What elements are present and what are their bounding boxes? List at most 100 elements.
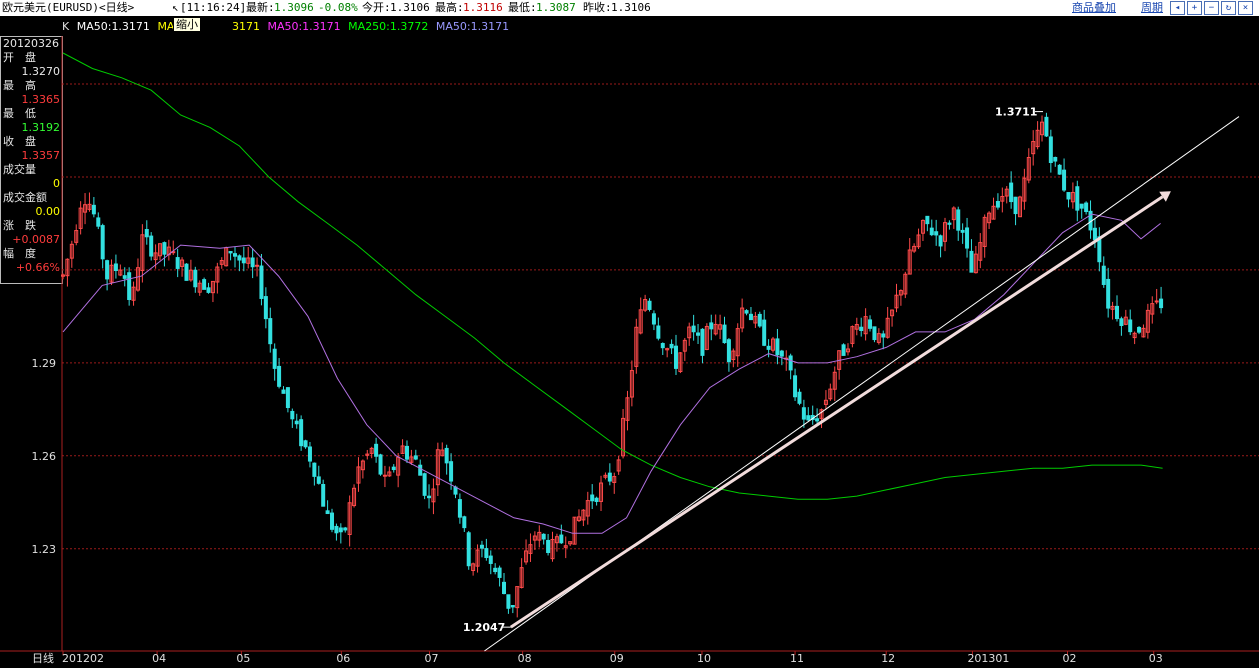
candle-body [122,275,127,279]
price-chart[interactable]: 1.231.261.29 201202 04 05 06 07 08 09 10 11 12 201… [0,0,1259,668]
candle-body [330,512,335,530]
candle-body [1137,326,1142,333]
info-label: 最 高 [3,79,36,92]
candle-body [916,234,921,248]
candle-body [510,605,515,608]
candle-body [995,200,1000,208]
candle-body [554,536,559,544]
price-annotations: 1.3711 1.2047 [463,106,1043,634]
y-tick-labels: 1.23 1.26 1.29 [32,357,57,556]
candle-body [519,567,524,588]
zoom-in-icon[interactable]: + [1187,1,1202,15]
price-annotation: 1.3711 [995,106,1037,119]
candle-body [171,251,176,254]
candle-body [493,567,498,573]
candle-body [215,266,220,283]
candle-body [1159,298,1164,309]
candle-body [294,420,299,425]
candle-body [166,246,171,256]
candle-body [1154,300,1159,303]
candle-body [669,343,674,349]
candle-body [775,338,780,356]
candle-body [722,324,727,344]
candle-body [210,280,215,294]
candle-body [400,445,405,454]
price-annotation: 1.2047 [463,621,505,634]
candle-body [731,350,736,361]
window-controls: ◂ + − ↻ × [1170,1,1253,15]
info-value: +0.0087 [12,233,60,246]
info-value: 1.3270 [21,65,61,78]
candle-body [444,447,449,464]
candle-body [418,464,423,476]
candle-body [471,563,476,572]
info-label: 涨 跌 [3,219,36,232]
candle-body [277,365,282,387]
candle-body [1106,278,1111,309]
candle-body [713,323,718,335]
zoom-out-icon[interactable]: − [1204,1,1219,15]
ma250-line [62,52,1163,500]
candle-body [347,502,352,535]
x-tick-label: 11 [790,652,804,665]
refresh-icon[interactable]: ↻ [1221,1,1236,15]
candle-body [100,225,105,260]
candle-body [391,466,396,471]
candle-body [202,279,207,290]
candle-body [925,215,930,225]
candle-body [704,325,709,350]
candle-body [184,263,189,281]
candle-body [360,460,365,471]
info-value: 1.3365 [21,93,61,106]
candle-body [868,319,873,329]
candle-body [938,235,943,247]
candle-body [1022,177,1027,202]
candle-body [466,532,471,567]
candle-body [475,549,480,567]
candle-body [1035,129,1040,148]
candle-body [197,282,202,293]
cursor-icon: ↖ [172,1,179,14]
scroll-left-icon[interactable]: ◂ [1170,1,1185,15]
legend-item: MA250:1.3772 [348,20,429,33]
candle-body [131,286,136,301]
candle-body [149,235,154,257]
info-value: 0.00 [35,205,61,218]
candle-body [563,545,568,548]
candle-body [365,453,370,456]
candle-body [841,344,846,356]
overlay-link[interactable]: 商品叠加 [1072,0,1116,16]
candle-body [312,462,317,477]
candle-body [1084,202,1089,213]
candle-body [140,234,145,272]
candle-body [396,456,401,476]
candle-body [607,472,612,482]
candle-body [1088,210,1093,231]
candle-body [740,307,745,329]
candle-body [246,257,251,264]
candle-body [726,339,731,363]
candle-body [951,207,956,221]
change-value: -0.08% [318,1,358,14]
candle-body [1026,157,1031,181]
candle-body [638,309,643,334]
candle-body [735,328,740,357]
info-label: 开 盘 [3,51,36,64]
candle-body [374,443,379,457]
support-trendline [510,195,1164,629]
candle-body [65,258,70,277]
candle-body [1101,265,1106,285]
candle-body [656,325,661,339]
candle-body [87,203,92,210]
candle-body [898,290,903,296]
legend-item: MA50:1.3171 [76,20,150,33]
candle-body [599,482,604,502]
candle-body [1132,332,1137,339]
candle-body [982,216,987,247]
close-icon[interactable]: × [1238,1,1253,15]
header-bar: 欧元美元(EURUSD)<日线> ↖ [11:16:24] 最新: 1.3096… [0,0,1259,16]
candle-body [872,326,877,341]
info-panel: 20120326 开 盘 1.3270 最 高 1.3365 最 低 1.319… [0,36,63,284]
period-link[interactable]: 周期 [1141,0,1163,16]
legend-item: 3171 [231,20,260,33]
